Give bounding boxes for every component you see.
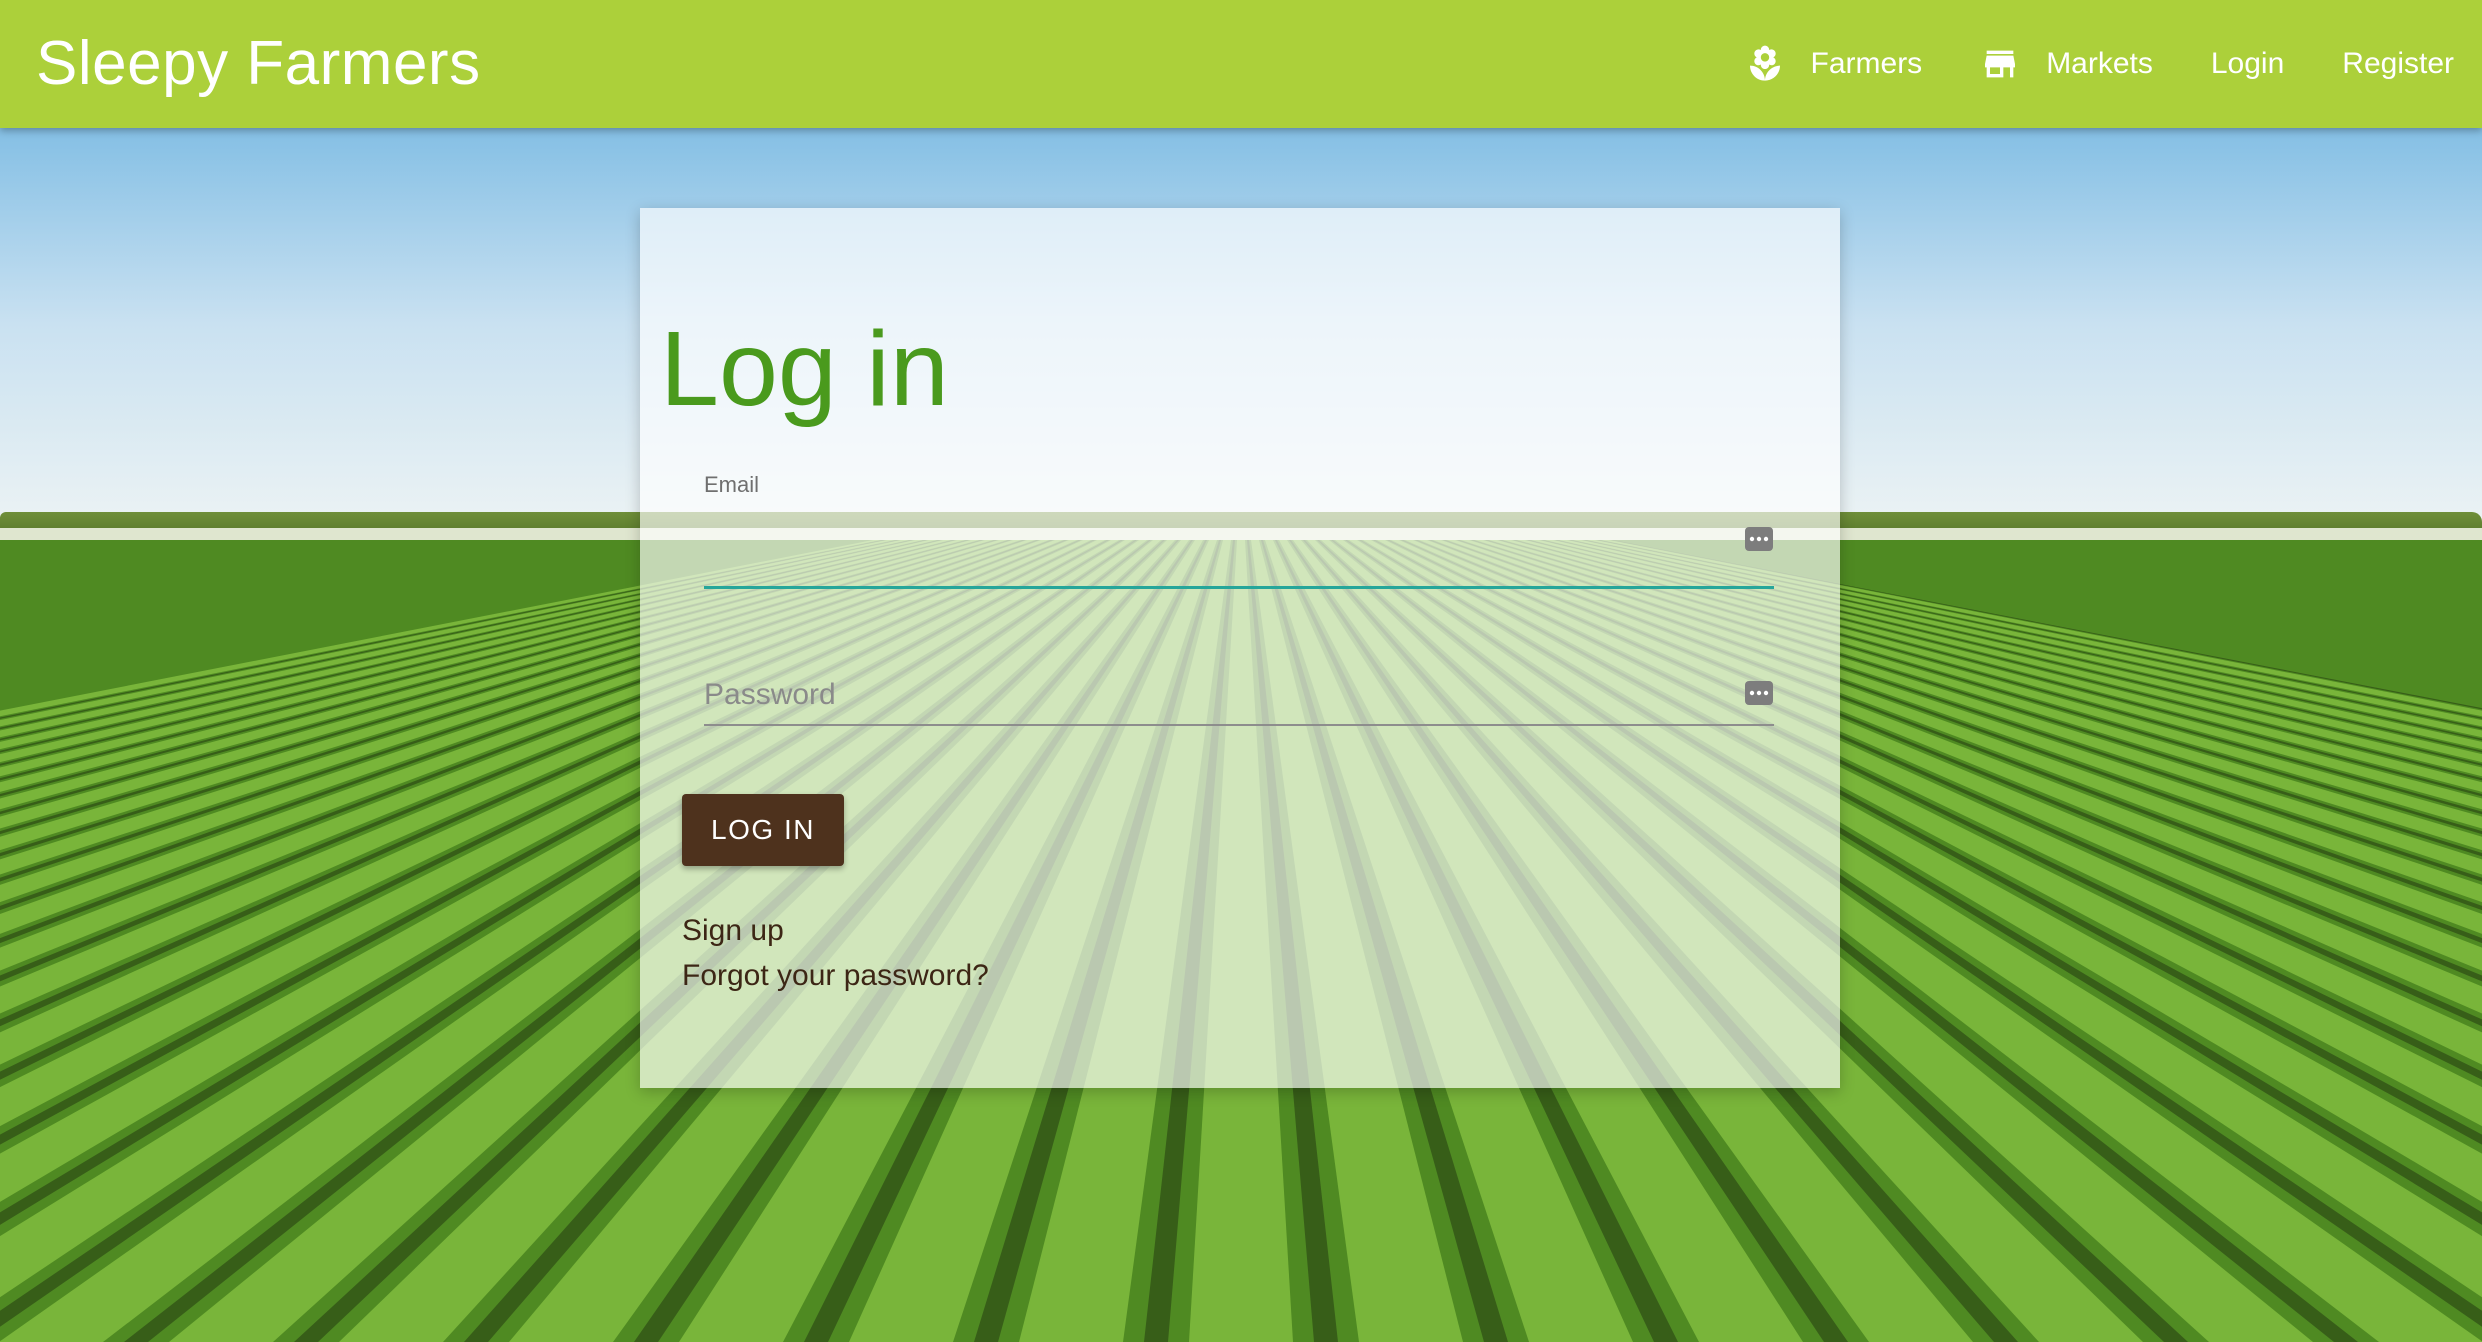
flower-icon — [1745, 44, 1785, 84]
top-navbar: Sleepy Farmers Farmers Markets Login Reg… — [0, 0, 2482, 128]
login-card: Log in Email LOG IN Sign up Forgot your … — [640, 208, 1840, 1088]
email-field-group: Email — [704, 464, 1774, 594]
password-field[interactable] — [704, 666, 1774, 724]
password-underline — [704, 724, 1774, 726]
page-title: Log in — [660, 310, 949, 428]
password-field-group — [704, 628, 1774, 758]
brand-logo-text[interactable]: Sleepy Farmers — [36, 24, 481, 104]
forgot-password-link[interactable]: Forgot your password? — [682, 953, 989, 998]
nav-item-login[interactable]: Login — [2211, 47, 2284, 81]
nav-label-login: Login — [2210, 47, 2285, 80]
page: Sleepy Farmers Farmers Markets Login Reg… — [0, 0, 2482, 1342]
password-manager-key-icon[interactable] — [1744, 680, 1774, 706]
password-manager-key-icon[interactable] — [1744, 526, 1774, 552]
email-field[interactable] — [704, 514, 1774, 572]
nav-item-markets[interactable]: Markets — [1980, 44, 2153, 84]
nav-label-farmers: Farmers — [1810, 47, 1923, 80]
nav-item-farmers[interactable]: Farmers — [1745, 44, 1923, 84]
login-button[interactable]: LOG IN — [682, 794, 844, 866]
main-nav: Farmers Markets Login Register — [1687, 0, 2454, 128]
email-label: Email — [704, 472, 760, 497]
nav-label-register: Register — [2342, 47, 2454, 80]
storefront-icon — [1980, 44, 2020, 84]
sign-up-link[interactable]: Sign up — [682, 908, 989, 953]
auth-links: Sign up Forgot your password? — [682, 908, 989, 998]
email-underline — [704, 586, 1774, 589]
nav-label-markets: Markets — [2046, 47, 2153, 80]
nav-item-register[interactable]: Register — [2342, 47, 2454, 81]
